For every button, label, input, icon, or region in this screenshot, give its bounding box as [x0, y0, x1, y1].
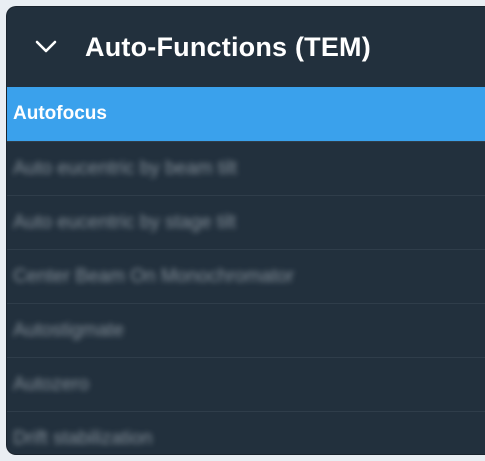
list-item[interactable]: Drift stabilization: [7, 411, 485, 454]
list-item-label: Center Beam On Monochromator: [13, 265, 294, 287]
list-item[interactable]: Autozero: [7, 357, 485, 411]
list-item-autofocus[interactable]: Autofocus: [7, 87, 485, 141]
list-item[interactable]: Auto eucentric by beam tilt: [7, 141, 485, 195]
chevron-down-icon[interactable]: [33, 34, 59, 60]
section-header[interactable]: Auto-Functions (TEM): [7, 7, 485, 87]
list-item[interactable]: Auto eucentric by stage tilt: [7, 195, 485, 249]
list-item-label: Auto eucentric by beam tilt: [13, 157, 237, 179]
section-title: Auto-Functions (TEM): [85, 31, 371, 62]
list-item-label: Autostigmate: [13, 319, 124, 341]
auto-functions-panel: Auto-Functions (TEM) Autofocus Auto euce…: [6, 6, 485, 455]
list-item-label: Drift stabilization: [13, 427, 153, 449]
list-item-label: Auto eucentric by stage tilt: [13, 211, 236, 233]
list-item[interactable]: Center Beam On Monochromator: [7, 249, 485, 303]
list-item-label: Autofocus: [13, 103, 107, 124]
function-list: Autofocus Auto eucentric by beam tilt Au…: [7, 87, 485, 454]
list-item-label: Autozero: [13, 373, 90, 395]
list-item[interactable]: Autostigmate: [7, 303, 485, 357]
